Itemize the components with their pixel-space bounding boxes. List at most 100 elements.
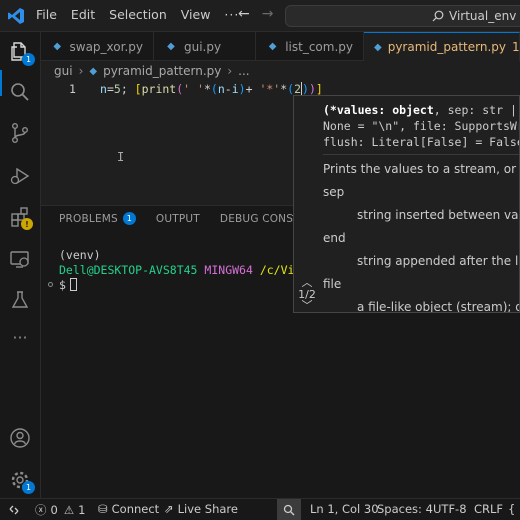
back-arrow-icon[interactable]: ← (238, 6, 250, 22)
tab-label: gui.py (184, 39, 222, 54)
problems-status[interactable]: ⓧ 0 ⚠ 1 (35, 502, 85, 518)
account-icon[interactable] (9, 427, 31, 449)
search-view-icon[interactable] (9, 81, 31, 103)
settings-gear-icon[interactable]: 1 (9, 469, 35, 494)
terminal[interactable]: (venv) Dell@DESKTOP-AVS8T45 MINGW64 /c/V… (59, 248, 322, 293)
tab-gui[interactable]: ◆ gui.py (154, 32, 256, 61)
code-token: ) (302, 82, 309, 96)
code-token: n (100, 82, 107, 96)
code-token: ( (210, 82, 218, 96)
python-file-icon: ◆ (374, 41, 382, 53)
code-token: [ (134, 82, 142, 96)
editor-tabs: ◆ swap_xor.py ◆ gui.py ◆ list_com.py ◆ p… (41, 32, 520, 61)
error-icon: ⓧ (35, 503, 47, 517)
source-control-icon[interactable] (9, 122, 31, 144)
chevron-up-icon[interactable]: ︿ (296, 277, 318, 288)
code-token: ) (238, 82, 246, 96)
title-bar: File Edit Selection View ··· ← → Virtual… (0, 0, 520, 32)
tab-problems-label: PROBLEMS (59, 212, 118, 225)
run-debug-icon[interactable] (9, 165, 31, 187)
code-token: ] (315, 82, 323, 96)
search-icon (432, 10, 444, 22)
explorer-icon[interactable]: 1 (9, 40, 35, 66)
python-file-icon: ◆ (167, 41, 175, 52)
mouse-ibeam-icon: I (117, 150, 125, 164)
breadcrumb-folder[interactable]: gui (54, 64, 73, 78)
settings-badge: 1 (22, 481, 35, 494)
live-share-label: Live Share (177, 502, 238, 516)
cursor-position[interactable]: Ln 1, Col 30 (310, 502, 379, 516)
navigation-arrows: ← → (238, 6, 273, 22)
breadcrumb-file[interactable]: pyramid_pattern.py (103, 64, 221, 78)
code-token: print (141, 82, 177, 96)
signature-docs: Prints the values to a stream, or to sy … (323, 162, 519, 313)
code-token: 5 (113, 82, 121, 96)
terminal-venv: (venv) (59, 248, 101, 262)
tab-pyramid-pattern[interactable]: ◆ pyramid_pattern.py 1 (364, 32, 520, 61)
tab-problems[interactable]: PROBLEMS 1 (59, 212, 136, 230)
code-token: - (224, 82, 232, 96)
code-token: n (217, 82, 225, 96)
param-name: sep (323, 185, 345, 199)
chevron-down-icon[interactable]: ﹀ (296, 300, 318, 311)
extensions-warning-icon: ! (21, 218, 33, 230)
testing-flask-icon[interactable] (9, 289, 31, 311)
menu-selection[interactable]: Selection (109, 7, 167, 22)
menu-view[interactable]: View (181, 7, 211, 22)
python-file-icon: ◆ (89, 65, 98, 77)
menu-file[interactable]: File (36, 7, 57, 22)
code-token: * (203, 82, 211, 96)
connect-label: Connect (111, 502, 160, 516)
breadcrumb-more[interactable]: ... (238, 64, 249, 78)
explorer-badge: 1 (22, 53, 35, 66)
line-number: 1 (69, 82, 76, 96)
signature-text: , sep: str | N (433, 103, 517, 117)
code-token: ; (120, 82, 135, 96)
signature-active-param: (*values: object (323, 103, 434, 117)
code-token: '*' (259, 82, 281, 96)
tab-list-com[interactable]: ◆ list_com.py (256, 32, 364, 61)
remote-indicator[interactable] (0, 499, 28, 520)
tab-label: swap_xor.py (69, 39, 143, 54)
terminal-user: Dell@DESKTOP-AVS8T45 (59, 263, 198, 277)
tab-problem-count: 1 (511, 40, 520, 54)
signature: (*values: object, sep: str | N None = "\… (323, 102, 520, 150)
status-bar: ⓧ 0 ⚠ 1 ⛁ Connect ⇗ Live Share Ln 1, Col… (0, 498, 520, 520)
more-views-icon[interactable]: ··· (9, 330, 31, 354)
extensions-icon[interactable]: ! (9, 206, 33, 230)
problems-badge: 1 (122, 212, 136, 225)
encoding-status[interactable]: UTF-8 (433, 502, 467, 516)
command-center-search[interactable]: Virtual_env (285, 5, 520, 27)
zoom-icon[interactable] (277, 499, 301, 520)
code-token: 2 (294, 82, 302, 96)
tab-label: pyramid_pattern.py (387, 40, 506, 54)
indentation-status[interactable]: Spaces: 4 (377, 502, 433, 516)
param-description: string inserted between values (357, 208, 519, 222)
remote-explorer-icon[interactable] (9, 248, 31, 270)
param-description: a file-like object (stream); defa (357, 300, 519, 313)
signature-help-popup: (*values: object, sep: str | N None = "\… (293, 95, 520, 313)
tab-swap-xor[interactable]: ◆ swap_xor.py (41, 32, 154, 61)
tab-output[interactable]: OUTPUT (156, 212, 200, 230)
terminal-cursor (69, 278, 77, 291)
vscode-logo-icon (8, 8, 24, 24)
warning-count: 1 (78, 503, 86, 517)
live-share-icon: ⇗ (164, 502, 174, 516)
signature-text: flush: Literal[False] = False) (323, 135, 520, 149)
eol-status[interactable]: CRLF (474, 502, 503, 516)
forward-arrow-icon[interactable]: → (262, 6, 274, 22)
code-line[interactable]: n=5; [print(' '*(n-i)+ '*'*(2))] (100, 82, 323, 96)
remote-icon (9, 505, 19, 514)
connect-status[interactable]: ⛁ Connect (98, 502, 159, 516)
panel-tabs: PROBLEMS 1 OUTPUT DEBUG CONSOLE (59, 212, 314, 230)
param-name: file (323, 277, 342, 291)
code-token: i (231, 82, 239, 96)
command-decoration-icon[interactable] (48, 282, 53, 287)
menu-edit[interactable]: Edit (71, 7, 95, 22)
python-file-icon: ◆ (268, 41, 277, 52)
live-share-status[interactable]: ⇗ Live Share (164, 502, 238, 516)
breadcrumb: gui › ◆ pyramid_pattern.py › ... (54, 62, 250, 80)
tab-label: list_com.py (285, 39, 353, 54)
language-mode-partial[interactable]: { (508, 502, 515, 516)
activity-bar: 1 ! ··· 1 (0, 32, 41, 498)
